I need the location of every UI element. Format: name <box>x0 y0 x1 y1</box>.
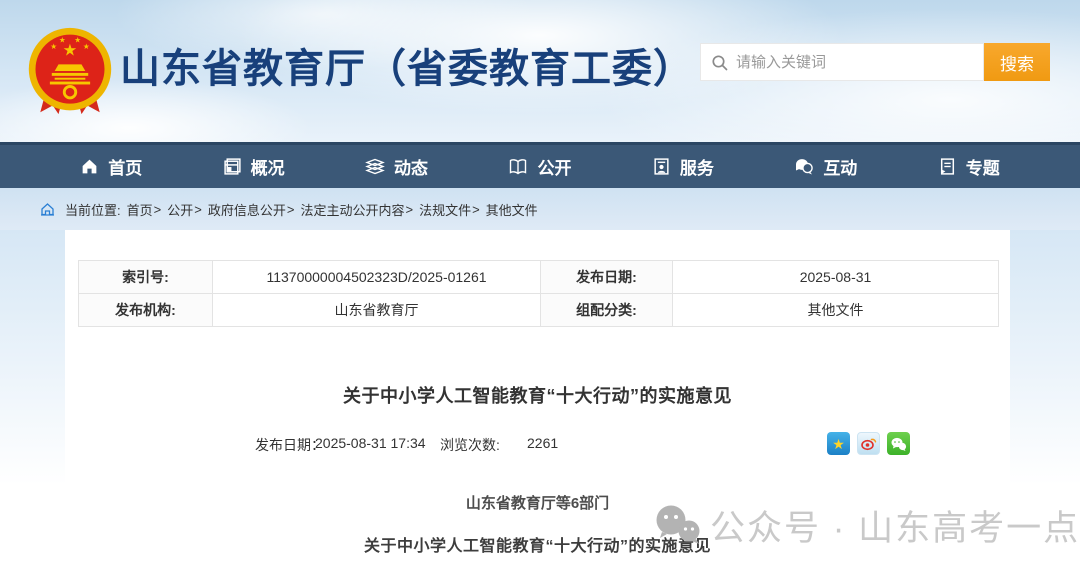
publish-date-value: 2025-08-31 <box>673 261 999 294</box>
views-label: 浏览次数: <box>440 435 500 455</box>
issuing-agency-label: 发布机构: <box>79 294 213 327</box>
svg-text:★: ★ <box>74 35 81 44</box>
breadcrumb-separator: > <box>405 202 413 217</box>
breadcrumb-item-open[interactable]: 公开 <box>167 200 193 219</box>
site-header: ★ ★ ★ ★ ★ 山东省教育厅（省委教育工委） 搜索 <box>0 0 1080 142</box>
nav-item-label: 概况 <box>251 154 285 179</box>
publish-date-label: 发布日期: <box>541 261 673 294</box>
nav-item-label: 动态 <box>394 154 428 179</box>
qzone-share-icon[interactable]: ★ <box>827 432 850 455</box>
search-input-wrap <box>700 43 984 81</box>
weibo-share-icon[interactable] <box>857 432 880 455</box>
search-box: 搜索 <box>700 43 1050 81</box>
home-breadcrumb-icon <box>40 202 55 216</box>
article-meta-row: 发布日期： 2025-08-31 17:34 浏览次数: 2261 ★ <box>65 432 1010 456</box>
nav-item-topics[interactable]: 专题 <box>938 145 1000 188</box>
issuing-agency-value: 山东省教育厅 <box>213 294 541 327</box>
category-label: 组配分类: <box>541 294 673 327</box>
breadcrumb-item-regulations[interactable]: 法规文件 <box>419 200 471 219</box>
breadcrumb-item-home[interactable]: 首页 <box>127 200 153 219</box>
service-icon <box>652 157 671 176</box>
article-title: 关于中小学人工智能教育“十大行动”的实施意见 <box>65 382 1010 408</box>
wechat-bubbles-glyph <box>890 436 907 452</box>
main-nav: 首页 概况 动态 公开 <box>0 142 1080 188</box>
breadcrumb-separator: > <box>287 202 295 217</box>
nav-item-overview[interactable]: 概况 <box>223 145 285 188</box>
nav-item-service[interactable]: 服务 <box>652 145 714 188</box>
page: ★ ★ ★ ★ ★ 山东省教育厅（省委教育工委） 搜索 <box>0 0 1080 570</box>
nav-item-news[interactable]: 动态 <box>365 145 428 188</box>
index-number-label: 索引号: <box>79 261 213 294</box>
table-row: 索引号: 11370000004502323D/2025-01261 发布日期:… <box>79 261 999 294</box>
svg-text:★: ★ <box>50 42 57 51</box>
search-input[interactable] <box>736 54 983 71</box>
article-body-line2: 关于中小学人工智能教育“十大行动”的实施意见 <box>65 532 1010 556</box>
nav-item-interact[interactable]: 互动 <box>794 145 857 188</box>
nav-item-label: 首页 <box>108 154 142 179</box>
breadcrumb-item-other-docs[interactable]: 其他文件 <box>486 200 538 219</box>
nav-item-home[interactable]: 首页 <box>80 145 142 188</box>
page-title: 山东省教育厅（省委教育工委） <box>120 36 694 94</box>
search-icon <box>711 54 728 71</box>
breadcrumb-separator: > <box>472 202 480 217</box>
interact-icon <box>794 157 814 176</box>
share-icons: ★ <box>827 432 910 455</box>
breadcrumb-separator: > <box>154 202 162 217</box>
table-row: 发布机构: 山东省教育厅 组配分类: 其他文件 <box>79 294 999 327</box>
nav-item-label: 互动 <box>823 154 857 179</box>
document-info-table: 索引号: 11370000004502323D/2025-01261 发布日期:… <box>78 260 999 327</box>
nav-item-label: 公开 <box>537 154 571 179</box>
home-icon <box>80 157 99 176</box>
publish-date-meta-value: 2025-08-31 17:34 <box>315 435 426 451</box>
national-emblem-logo: ★ ★ ★ ★ ★ <box>26 26 114 118</box>
wechat-share-icon[interactable] <box>887 432 910 455</box>
nav-item-open[interactable]: 公开 <box>508 145 571 188</box>
svg-text:★: ★ <box>63 42 78 60</box>
weibo-eye-glyph <box>860 435 877 452</box>
index-number-value: 11370000004502323D/2025-01261 <box>213 261 541 294</box>
article-body-line1: 山东省教育厅等6部门 <box>65 492 1010 513</box>
views-count: 2261 <box>527 435 558 451</box>
breadcrumb-separator: > <box>194 202 202 217</box>
overview-icon <box>223 157 242 176</box>
news-icon <box>365 157 385 176</box>
breadcrumb-prefix: 当前位置: <box>65 200 121 219</box>
breadcrumb-item-statutory[interactable]: 法定主动公开内容 <box>300 200 404 219</box>
content-panel: 索引号: 11370000004502323D/2025-01261 发布日期:… <box>65 230 1010 570</box>
topics-icon <box>938 157 957 176</box>
breadcrumb-item-gov-info[interactable]: 政府信息公开 <box>208 200 286 219</box>
nav-item-label: 服务 <box>680 154 714 179</box>
open-book-icon <box>508 157 528 176</box>
category-value: 其他文件 <box>673 294 999 327</box>
search-button[interactable]: 搜索 <box>984 43 1050 81</box>
svg-text:★: ★ <box>59 35 66 44</box>
nav-item-label: 专题 <box>966 154 1000 179</box>
svg-text:★: ★ <box>83 42 90 51</box>
breadcrumb: 当前位置: 首页 > 公开 > 政府信息公开 > 法定主动公开内容 > 法规文件… <box>0 188 1080 230</box>
